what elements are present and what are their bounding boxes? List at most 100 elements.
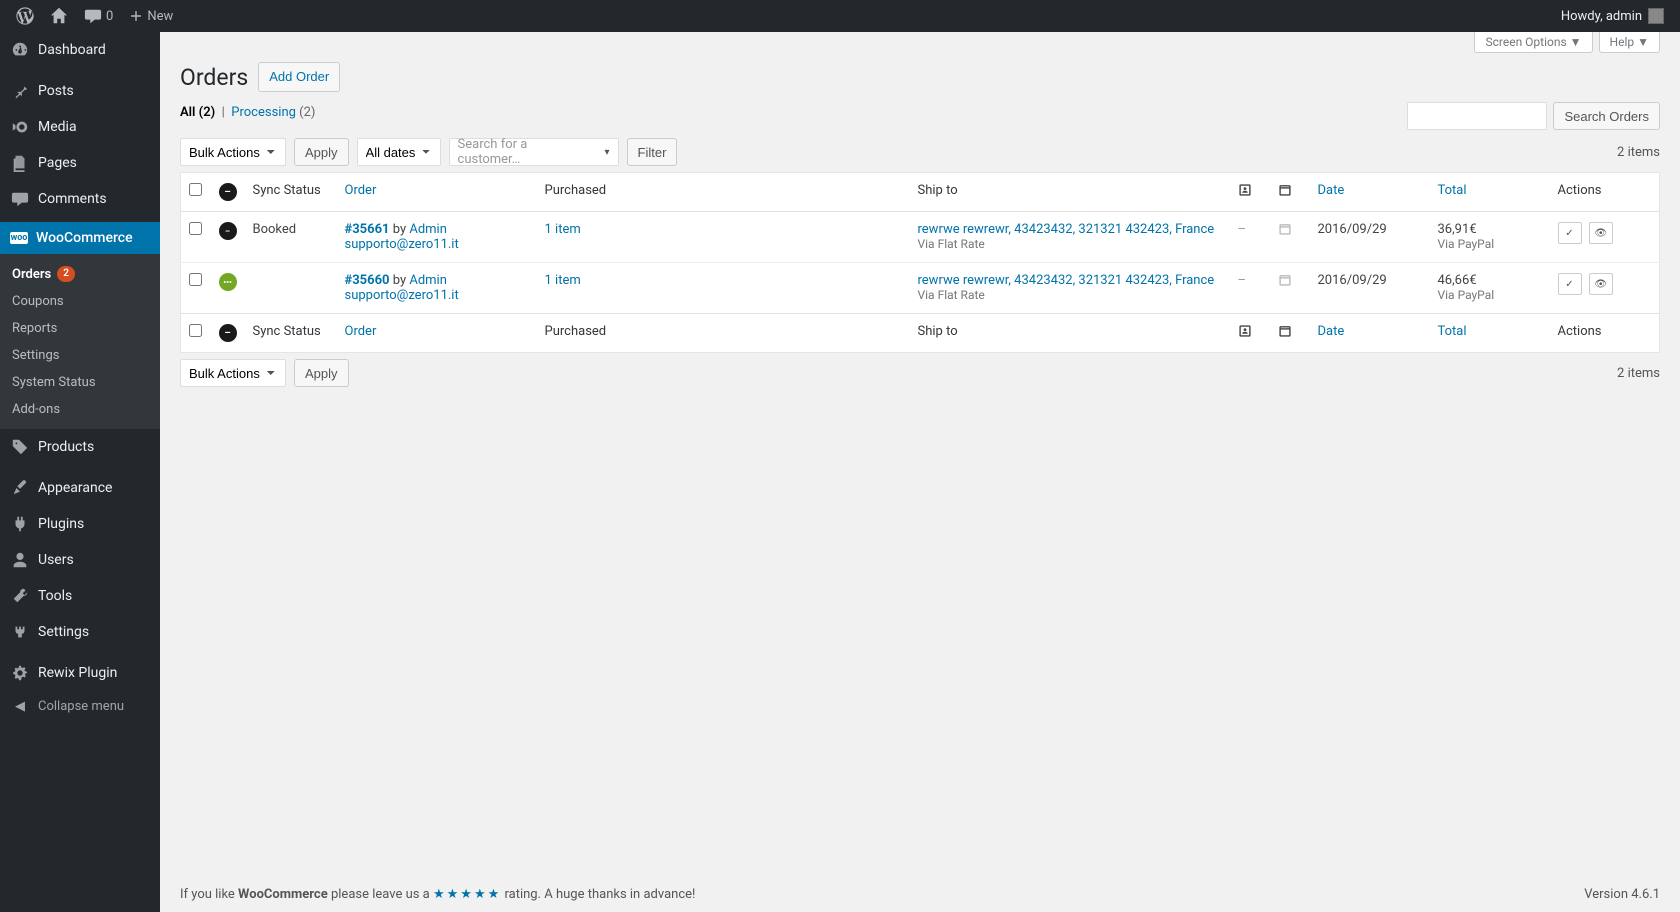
search-orders-button[interactable]: Search Orders [1553,102,1660,130]
menu-dashboard[interactable]: Dashboard [0,32,160,68]
orders-table: – Sync Status Order Purchased Ship to Da… [180,172,1660,353]
menu-users[interactable]: Users [0,542,160,578]
menu-label: Appearance [38,480,112,496]
help-tab[interactable]: Help ▼ [1599,32,1660,53]
new-content-button[interactable]: New [121,0,181,32]
notes-icon-header [1270,173,1310,212]
ship-to-cell: rewrwe rewrewr, 43423432, 321321 432423,… [910,212,1230,263]
menu-woocommerce[interactable]: woo WooCommerce [0,222,160,254]
admin-bar-account[interactable]: Howdy, admin [1561,8,1672,24]
select-all-checkbox[interactable] [189,183,202,196]
order-header[interactable]: Order [337,173,537,212]
menu-products[interactable]: Products [0,429,160,465]
dashboard-icon [10,40,30,60]
select-all-header [181,173,211,212]
date-cell: 2016/09/29 [1310,263,1430,314]
ship-address-link[interactable]: rewrwe rewrewr, 43423432, 321321 432423,… [918,222,1215,237]
products-icon [10,437,30,457]
select-all-checkbox-footer[interactable] [189,324,202,337]
rating-stars[interactable]: ★★★★★ [433,887,501,902]
plugins-icon [10,514,30,534]
comments-icon[interactable]: 0 [76,0,121,32]
order-cell: #35660 by Admin supporto@zero11.it [337,263,537,314]
submenu-label: Orders [12,267,51,282]
menu-settings[interactable]: Settings [0,614,160,650]
purchased-header: Purchased [537,173,910,212]
purchased-cell[interactable]: 1 item [537,212,910,263]
menu-label: Products [38,439,94,455]
total-cell: 46,66€Via PayPal [1430,263,1550,314]
apply-button-top[interactable]: Apply [294,138,349,166]
submenu-coupons[interactable]: Coupons [0,288,160,315]
customer-icon-header [1230,173,1270,212]
menu-posts[interactable]: Posts [0,73,160,109]
items-count-top: 2 items [1617,145,1660,160]
submenu-settings[interactable]: Settings [0,342,160,369]
filter-button[interactable]: Filter [627,138,678,166]
date-filter-select[interactable]: All dates [357,138,441,166]
date-header[interactable]: Date [1310,173,1430,212]
row-checkbox[interactable] [189,222,202,235]
total-header[interactable]: Total [1430,173,1550,212]
date-cell: 2016/09/29 [1310,212,1430,263]
order-user-link[interactable]: Admin [409,273,447,288]
home-icon[interactable] [42,0,76,32]
woocommerce-submenu: Orders 2 Coupons Reports Settings System… [0,254,160,429]
new-label: New [147,9,173,24]
order-cell: #35661 by Admin supporto@zero11.it [337,212,537,263]
page-title: Orders [180,64,248,91]
main-content: Screen Options ▼ Help ▼ Orders Add Order… [160,32,1680,912]
screen-options-tab[interactable]: Screen Options ▼ [1474,32,1592,53]
apply-button-bottom[interactable]: Apply [294,359,349,387]
howdy-greeting: Howdy, admin [1561,9,1642,24]
customer-note-cell: – [1230,263,1270,314]
order-number-link[interactable]: #35660 [345,273,390,288]
complete-action-button[interactable]: ✓ [1558,273,1582,295]
items-count-bottom: 2 items [1617,366,1660,381]
order-user-link[interactable]: Admin [409,222,447,237]
ship-address-link[interactable]: rewrwe rewrewr, 43423432, 321321 432423,… [918,273,1215,288]
customer-note-cell: – [1230,212,1270,263]
menu-label: Dashboard [38,42,106,58]
submenu-system-status[interactable]: System Status [0,369,160,396]
customer-search-select[interactable]: Search for a customer… [449,138,619,166]
menu-label: Tools [38,588,72,604]
purchased-cell[interactable]: 1 item [537,263,910,314]
sync-status-cell: Booked [245,212,337,263]
actions-header: Actions [1550,173,1660,212]
menu-tools[interactable]: Tools [0,578,160,614]
menu-rewix-plugin[interactable]: Rewix Plugin [0,655,160,691]
view-action-button[interactable]: 👁 [1589,273,1613,295]
table-row: ••• #35660 by Admin supporto@zero11.it 1… [181,263,1660,314]
menu-label: Media [38,119,77,135]
menu-appearance[interactable]: Appearance [0,470,160,506]
row-checkbox[interactable] [189,273,202,286]
filter-all[interactable]: All (2) [180,105,215,120]
notes-cell [1270,263,1310,314]
view-action-button[interactable]: 👁 [1589,222,1613,244]
submenu-addons[interactable]: Add-ons [0,396,160,423]
add-order-button[interactable]: Add Order [258,62,340,92]
menu-media[interactable]: Media [0,109,160,145]
bulk-actions-select[interactable]: Bulk Actions [180,138,286,166]
tablenav-bottom: Bulk Actions Apply 2 items [180,359,1660,387]
submenu-reports[interactable]: Reports [0,315,160,342]
complete-action-button[interactable]: ✓ [1558,222,1582,244]
collapse-label: Collapse menu [38,699,124,714]
filter-processing[interactable]: Processing [231,105,296,120]
ship-to-header: Ship to [910,173,1230,212]
order-number-link[interactable]: #35661 [345,222,390,237]
order-status-icon: – [219,222,237,240]
status-footer-icon: – [219,324,237,342]
bulk-actions-select-bottom[interactable]: Bulk Actions [180,359,286,387]
tablenav-top: Bulk Actions Apply All dates Search for … [180,138,1660,166]
search-input[interactable] [1407,102,1547,130]
order-email-link[interactable]: supporto@zero11.it [345,237,459,252]
menu-pages[interactable]: Pages [0,145,160,181]
order-email-link[interactable]: supporto@zero11.it [345,288,459,303]
menu-plugins[interactable]: Plugins [0,506,160,542]
collapse-menu[interactable]: ◀ Collapse menu [0,691,160,722]
submenu-orders[interactable]: Orders 2 [0,260,160,288]
menu-comments[interactable]: Comments [0,181,160,217]
wordpress-logo-icon[interactable] [8,0,42,32]
